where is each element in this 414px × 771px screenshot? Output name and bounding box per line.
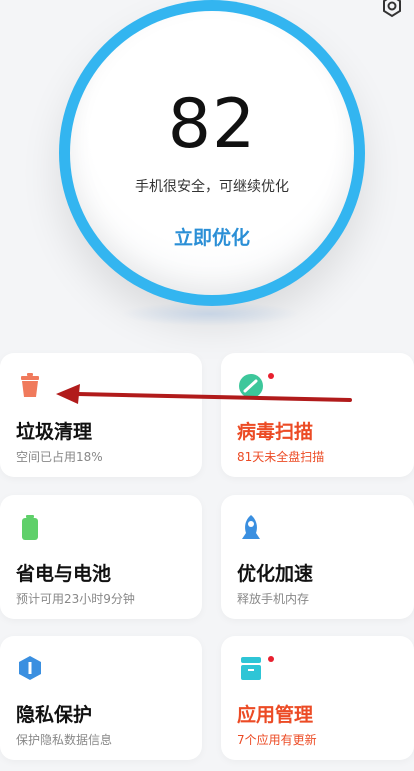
trash-icon [16,371,44,399]
card-title: 隐私保护 [16,704,93,726]
card-virus-scan[interactable]: 病毒扫描 81天未全盘扫描 [221,353,414,477]
security-score-ring: 82 手机很安全，可继续优化 立即优化 [59,0,365,306]
annotation-arrow-icon [56,384,352,404]
card-title: 应用管理 [237,704,314,726]
card-battery-saver[interactable]: 省电与电池 预计可用23小时9分钟 [0,495,202,619]
security-status-text: 手机很安全，可继续优化 [135,179,289,195]
settings-gear-icon[interactable] [380,0,404,18]
security-score: 82 [167,85,257,164]
card-title: 垃圾清理 [16,421,93,443]
card-subtitle: 空间已占用18% [16,450,103,464]
card-badge-dot [268,373,274,379]
card-subtitle: 释放手机内存 [237,592,310,606]
card-subtitle: 保护隐私数据信息 [16,733,113,747]
card-subtitle: 81天未全盘扫描 [237,450,325,464]
ring-shadow [120,302,300,326]
card-privacy-protection[interactable]: 隐私保护 保护隐私数据信息 [0,636,202,760]
card-subtitle: 预计可用23小时9分钟 [16,592,135,606]
card-subtitle: 7个应用有更新 [237,733,317,747]
card-title: 病毒扫描 [237,421,314,443]
score-panel: 82 手机很安全，可继续优化 立即优化 [70,11,354,295]
card-badge-dot [268,656,274,662]
optimize-now-button[interactable]: 立即优化 [70,223,354,250]
card-speed-boost[interactable]: 优化加速 释放手机内存 [221,495,414,619]
rocket-icon [237,513,265,541]
privacy-icon [16,654,44,682]
card-app-management[interactable]: 应用管理 7个应用有更新 [221,636,414,760]
app-manage-icon [237,654,265,682]
card-title: 优化加速 [237,563,314,585]
card-junk-cleanup[interactable]: 垃圾清理 空间已占用18% [0,353,202,477]
card-title: 省电与电池 [16,563,112,585]
battery-icon [16,513,44,541]
